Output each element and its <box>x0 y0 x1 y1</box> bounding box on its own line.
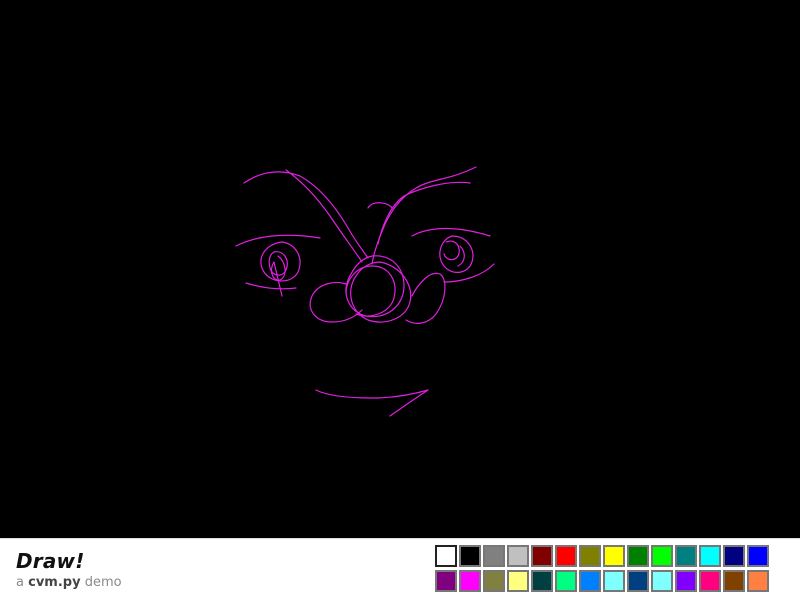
subtitle-prefix: a <box>16 575 24 590</box>
swatch-color-fill <box>509 547 527 565</box>
stroke-left-lid <box>235 234 321 247</box>
stroke-nose-left-nostril <box>309 281 363 323</box>
color-swatch[interactable] <box>459 545 481 567</box>
color-palette <box>435 545 769 592</box>
stroke-right-lid <box>411 227 491 237</box>
stroke-left-eye-3 <box>270 255 286 297</box>
color-swatch[interactable] <box>747 545 769 567</box>
stroke-right-eye-2 <box>443 240 460 261</box>
color-swatch[interactable] <box>723 570 745 592</box>
stroke-left-eyebrow-2 <box>285 169 363 263</box>
swatch-color-fill <box>533 547 551 565</box>
color-swatch[interactable] <box>531 545 553 567</box>
swatch-color-fill <box>677 572 695 590</box>
stroke-mouth <box>315 389 429 417</box>
swatch-color-fill <box>461 547 479 565</box>
color-swatch[interactable] <box>435 545 457 567</box>
stroke-right-eye-1 <box>439 235 474 273</box>
color-swatch[interactable] <box>579 570 601 592</box>
swatch-color-fill <box>629 572 647 590</box>
color-swatch[interactable] <box>483 545 505 567</box>
swatch-color-fill <box>485 547 503 565</box>
drawing-svg[interactable] <box>0 0 800 538</box>
color-swatch[interactable] <box>555 545 577 567</box>
swatch-color-fill <box>749 572 767 590</box>
color-swatch[interactable] <box>459 570 481 592</box>
stroke-bridge <box>367 202 393 209</box>
swatch-color-fill <box>749 547 767 565</box>
swatch-color-fill <box>725 572 743 590</box>
app-subtitle: a cvm.py demo <box>16 575 122 590</box>
drawing-canvas[interactable] <box>0 0 800 538</box>
color-swatch[interactable] <box>699 545 721 567</box>
draw-app: Draw! a cvm.py demo <box>0 0 800 600</box>
swatch-color-fill <box>701 547 719 565</box>
swatch-color-fill <box>461 572 479 590</box>
swatch-color-fill <box>485 572 503 590</box>
color-swatch[interactable] <box>507 545 529 567</box>
color-swatch[interactable] <box>675 570 697 592</box>
swatch-color-fill <box>557 572 575 590</box>
color-swatch[interactable] <box>435 570 457 592</box>
color-swatch[interactable] <box>675 545 697 567</box>
swatch-color-fill <box>629 547 647 565</box>
swatch-color-fill <box>605 572 623 590</box>
app-title: Draw! <box>16 549 85 573</box>
swatch-color-fill <box>437 547 455 565</box>
swatch-color-fill <box>677 547 695 565</box>
swatch-color-fill <box>653 547 671 565</box>
stroke-left-eyebrow <box>243 171 369 259</box>
color-swatch[interactable] <box>531 570 553 592</box>
swatch-color-fill <box>557 547 575 565</box>
subtitle-suffix: demo <box>84 575 122 590</box>
color-swatch[interactable] <box>747 570 769 592</box>
color-swatch[interactable] <box>603 545 625 567</box>
color-swatch[interactable] <box>627 545 649 567</box>
swatch-color-fill <box>605 547 623 565</box>
color-swatch[interactable] <box>507 570 529 592</box>
subtitle-name: cvm.py <box>28 575 81 590</box>
color-swatch[interactable] <box>651 570 673 592</box>
stroke-right-eyebrow-2 <box>377 181 471 245</box>
swatch-color-fill <box>701 572 719 590</box>
swatch-color-fill <box>509 572 527 590</box>
swatch-color-fill <box>581 547 599 565</box>
color-swatch[interactable] <box>627 570 649 592</box>
bottom-toolbar: Draw! a cvm.py demo <box>0 538 800 600</box>
stroke-nose-right-nostril <box>405 272 446 324</box>
color-swatch[interactable] <box>603 570 625 592</box>
swatch-color-fill <box>437 572 455 590</box>
color-swatch[interactable] <box>555 570 577 592</box>
swatch-color-fill <box>581 572 599 590</box>
swatch-color-fill <box>653 572 671 590</box>
swatch-color-fill <box>533 572 551 590</box>
stroke-left-lower-lid <box>245 282 297 290</box>
color-swatch[interactable] <box>579 545 601 567</box>
color-swatch[interactable] <box>483 570 505 592</box>
color-swatch[interactable] <box>651 545 673 567</box>
swatch-color-fill <box>725 547 743 565</box>
color-swatch[interactable] <box>723 545 745 567</box>
color-swatch[interactable] <box>699 570 721 592</box>
